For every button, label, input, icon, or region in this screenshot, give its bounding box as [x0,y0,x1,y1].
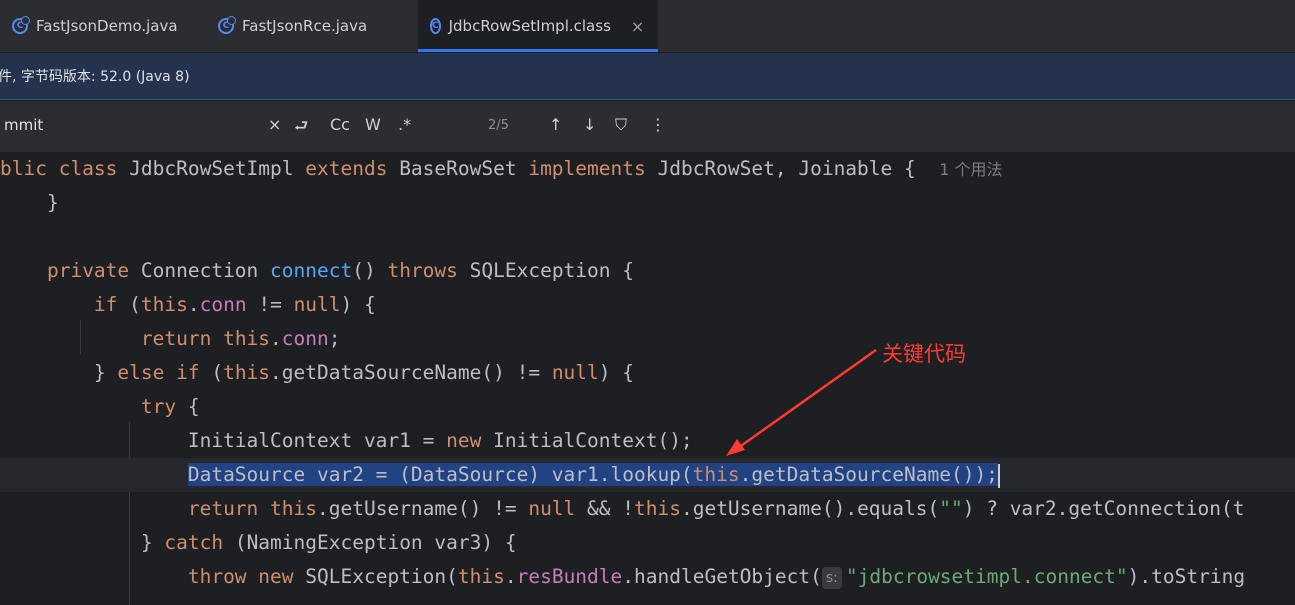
java-class-icon: C [12,16,30,34]
decompiled-info-banner: 件, 字节码版本: 52.0 (Java 8) [0,53,1295,100]
java-class-icon: C [218,16,236,34]
tab-jdbcrowsetimpl[interactable]: C JdbcRowSetImpl.class × [418,0,658,52]
next-match-icon[interactable]: ↓ [583,115,596,134]
code-line: try { [140,395,200,418]
code-line: blic class JdbcRowSetImpl extends BaseRo… [0,157,1003,180]
tab-fastjsonrce[interactable]: C FastJsonRce.java [206,0,418,52]
clear-search-icon[interactable]: × [268,115,281,134]
filter-icon[interactable]: ⛉ [615,115,627,135]
code-line: return this.conn; [140,327,341,350]
tab-fastjsondemo[interactable]: C FastJsonDemo.java [0,0,206,52]
code-editor[interactable]: blic class JdbcRowSetImpl extends BaseRo… [0,152,1295,605]
tab-label: FastJsonDemo.java [36,17,178,35]
code-line: } else if (this.getDataSourceName() != n… [0,361,635,384]
close-icon[interactable]: × [631,17,644,36]
code-line: } catch (NamingException var3) { [0,531,517,554]
search-input[interactable]: mmit [4,116,43,134]
code-line: private Connection connect() throws SQLE… [46,259,635,282]
whole-words-toggle[interactable]: W [365,115,381,134]
code-line-selected: DataSource var2 = (DataSource) var1.look… [0,458,1295,492]
annotation-label: 关键代码 [882,342,966,366]
code-line: } [0,191,59,214]
banner-text: 件, 字节码版本: 52.0 (Java 8) [0,69,190,85]
parameter-hint: s: [821,566,842,589]
more-options-icon[interactable]: ⋮ [650,115,666,134]
text-caret [997,463,1000,488]
code-line: throw new SQLException(this.resBundle.ha… [187,565,1246,589]
code-line: return this.getUsername() != null && !th… [187,497,1245,520]
code-line: InitialContext var1 = new InitialContext… [0,429,693,452]
usage-hint[interactable]: 1 个用法 [939,160,1002,179]
tab-label: JdbcRowSetImpl.class [448,17,611,35]
regex-toggle[interactable]: .* [398,115,411,134]
editor-tab-bar: C FastJsonDemo.java C FastJsonRce.java C… [0,0,1295,53]
previous-match-icon[interactable]: ↑ [549,115,562,134]
newline-toggle-icon[interactable]: ⮐ [294,115,308,142]
match-case-toggle[interactable]: Cc [330,115,350,134]
code-selection[interactable]: DataSource var2 = (DataSource) var1.look… [187,463,998,486]
find-bar: mmit × ⮐ Cc W .* 2/5 ↑ ↓ ⛉ ⋮ [0,101,1295,153]
match-count: 2/5 [488,118,509,133]
class-file-icon: C [430,18,441,34]
code-line: if (this.conn != null) { [93,293,376,316]
tab-label: FastJsonRce.java [242,17,368,35]
